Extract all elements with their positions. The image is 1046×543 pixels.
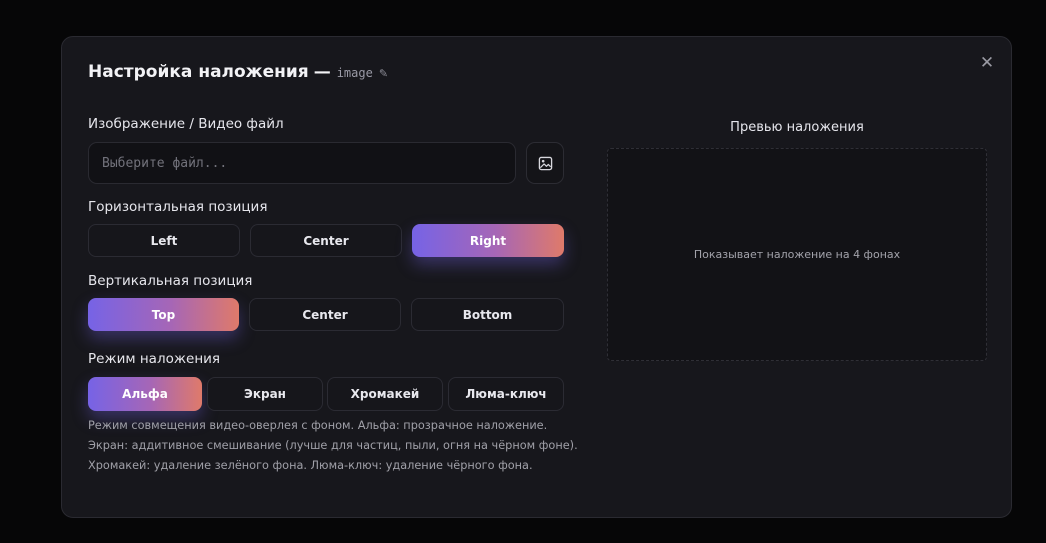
- horizontal-right-button[interactable]: Right: [412, 224, 564, 257]
- edit-pencil-icon[interactable]: ✎: [379, 67, 388, 80]
- vertical-bottom-button[interactable]: Bottom: [411, 298, 564, 331]
- dialog-title: Настройка наложения — image ✎: [88, 62, 388, 86]
- blend-mode-label: Режим наложения: [88, 351, 221, 367]
- horizontal-center-button[interactable]: Center: [250, 224, 402, 257]
- dialog-title-text: Настройка наложения: [88, 62, 309, 82]
- help-line: Режим совмещения видео-оверлея с фоном. …: [88, 419, 548, 432]
- horizontal-position-label: Горизонтальная позиция: [88, 199, 268, 215]
- blend-alpha-button[interactable]: Альфа: [88, 377, 202, 411]
- vertical-center-button[interactable]: Center: [249, 298, 401, 331]
- overlay-name[interactable]: image: [337, 66, 373, 80]
- image-icon: [538, 156, 552, 170]
- help-line: Экран: аддитивное смешивание (лучше для …: [88, 439, 578, 452]
- vertical-top-button[interactable]: Top: [88, 298, 239, 331]
- blend-mode-help: Режим совмещения видео-оверлея с фоном. …: [88, 416, 578, 476]
- close-icon[interactable]: ✕: [978, 53, 996, 73]
- blend-screen-button[interactable]: Экран: [207, 377, 323, 411]
- preview-area: Показывает наложение на 4 фонах: [607, 148, 987, 361]
- browse-file-button[interactable]: [526, 142, 564, 184]
- blend-lumakey-button[interactable]: Люма-ключ: [448, 377, 564, 411]
- title-separator: —: [313, 62, 331, 82]
- preview-title: Превью наложения: [730, 120, 864, 135]
- file-input[interactable]: [88, 142, 516, 184]
- blend-chromakey-button[interactable]: Хромакей: [327, 377, 443, 411]
- preview-hint: Показывает наложение на 4 фонах: [693, 248, 901, 261]
- file-label: Изображение / Видео файл: [88, 116, 284, 132]
- vertical-position-label: Вертикальная позиция: [88, 273, 253, 289]
- horizontal-left-button[interactable]: Left: [88, 224, 240, 257]
- help-line: Хромакей: удаление зелёного фона. Люма-к…: [88, 459, 533, 472]
